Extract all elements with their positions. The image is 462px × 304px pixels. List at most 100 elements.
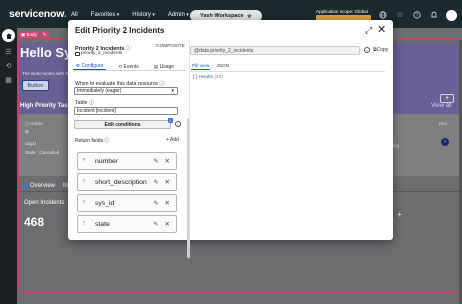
drag-handle-icon[interactable]: ⠿ [82, 221, 89, 227]
overview-icon [23, 183, 28, 189]
preview-tabs: Pill view JSON [191, 64, 230, 70]
body-chip-label: Body [26, 32, 37, 37]
close-icon[interactable]: ✕ [165, 178, 170, 186]
return-field-item[interactable]: ⠿ state ✎ ✕ [77, 215, 177, 233]
expand-icon[interactable]: ⊞ [25, 129, 29, 135]
tab-overview[interactable]: Overview [23, 183, 55, 189]
nav-menu: All Favorites History Admin [71, 11, 202, 18]
return-field-name: state [95, 220, 110, 228]
home-icon[interactable] [2, 29, 15, 42]
expand-icon[interactable]: ⤢ [365, 25, 372, 36]
star-icon[interactable]: ★ [247, 13, 252, 20]
chevron-right-icon[interactable]: › [441, 138, 449, 146]
tab-events[interactable]: ⟲ Events [115, 63, 142, 70]
results-pill[interactable]: { } results (24) [193, 75, 223, 80]
info-icon[interactable]: ⓘ [126, 46, 132, 52]
close-icon[interactable]: ✕ [377, 23, 386, 36]
info-icon[interactable]: i [364, 47, 370, 53]
nav-admin[interactable]: Admin [168, 11, 189, 18]
pencil-icon[interactable]: ✎ [154, 179, 159, 186]
edit-conditions-button[interactable]: Edit conditions [74, 120, 171, 129]
nav-favorites[interactable]: Favorites [91, 11, 120, 18]
open-incidents-label: Open Incidents [24, 200, 65, 206]
canvas-scrollbar[interactable] [454, 198, 458, 290]
events-icon: ⟲ [118, 63, 123, 69]
card-state: State : Cancelled [25, 150, 60, 155]
tab-json[interactable]: JSON [215, 64, 230, 70]
pencil-icon[interactable]: ✎ [154, 200, 159, 207]
tab-configure[interactable]: ⚙ Configure [73, 63, 107, 70]
close-icon[interactable]: ✕ [165, 220, 170, 228]
info-icon[interactable]: i [175, 121, 181, 127]
evaluate-select[interactable]: Immediately (eager) ▾ [74, 87, 178, 95]
usage-icon: ▤ [153, 63, 159, 69]
add-field-button[interactable]: + Add [166, 137, 179, 143]
avatar-icon[interactable] [446, 10, 457, 21]
close-icon[interactable]: ✕ [165, 157, 170, 165]
edit-pencil-icon[interactable]: ✎ [40, 31, 49, 38]
tab-events-label: Events [123, 63, 139, 70]
globe-icon[interactable] [378, 10, 388, 20]
table-label-text: Table [75, 100, 88, 106]
logo-dot: . [63, 8, 67, 20]
table-input[interactable]: Incident [incident] [74, 107, 178, 115]
pencil-icon[interactable]: ✎ [154, 221, 159, 228]
servicenow-logo[interactable]: servicenow. [9, 8, 69, 20]
card-type: ▢ Article [25, 121, 43, 127]
data-binding-field[interactable]: @data.priority_2_incidents [190, 46, 360, 55]
return-field-item[interactable]: ⠿ number ✎ ✕ [77, 152, 177, 170]
tab-overview-label: Overview [30, 183, 56, 189]
view-all-link[interactable]: View all [431, 103, 452, 109]
return-field-item[interactable]: ⠿ short_description ✎ ✕ [77, 173, 177, 191]
return-field-name: short_description [95, 178, 147, 186]
resource-id: priority_2_incidents [75, 51, 122, 56]
results-count: (24) [214, 75, 223, 80]
bell-icon[interactable] [429, 10, 439, 20]
svg-text:?: ? [416, 13, 419, 18]
drag-handle-icon[interactable]: ⠿ [82, 200, 89, 206]
return-fields-label: Return fields ⓘ [75, 137, 180, 144]
panel-divider [189, 40, 190, 238]
gear-icon: ⚙ [76, 63, 81, 68]
tab-configure-label: Configure [81, 63, 104, 69]
card-number: o2g1l [25, 141, 37, 146]
info-icon[interactable]: ⓘ [104, 138, 109, 144]
close-icon[interactable]: ✕ [165, 199, 170, 207]
nav-all[interactable]: All [71, 11, 78, 18]
body-chip[interactable]: ▣ Body [19, 31, 39, 38]
results-key: results [198, 75, 214, 80]
plus-icon[interactable]: + [397, 210, 402, 219]
config-panel: Priority 2 Incidents ⓘ priority_2_incide… [70, 40, 190, 258]
add-icon[interactable]: + [440, 94, 454, 103]
braces-icon: { } [193, 75, 198, 80]
list-icon[interactable]: ☰ [4, 48, 13, 57]
id-icon [75, 51, 80, 56]
return-field-name: number [95, 157, 119, 165]
tab-pill-view[interactable]: Pill view [191, 64, 211, 70]
evaluate-value: Immediately (eager) [77, 88, 122, 94]
star-outline-icon[interactable]: ☆ [395, 10, 405, 20]
type-badge: COMPOSITE [156, 44, 185, 49]
card-type-label: Article [30, 121, 43, 126]
info-icon[interactable]: ⓘ [89, 100, 94, 106]
hero-button[interactable]: Button [22, 80, 49, 91]
tab-usage[interactable]: ▤ Usage [151, 63, 177, 70]
card-right-text: ing [393, 143, 400, 148]
drag-handle-icon[interactable]: ⠿ [82, 179, 89, 185]
scope-label: Application scope: Global [316, 9, 368, 14]
nav-history[interactable]: History [132, 11, 155, 18]
conditions-count-badge: 2 [168, 118, 173, 123]
tab-usage-label: Usage [159, 63, 175, 70]
preview-tabs-divider [190, 71, 385, 72]
return-field-item[interactable]: ⠿ sys_id ✎ ✕ [77, 194, 177, 212]
pencil-icon[interactable]: ✎ [154, 158, 159, 165]
section-title: High Priority Tasks [20, 103, 75, 109]
refresh-icon[interactable]: ⟲ [4, 62, 13, 71]
evaluate-label: When to evaluate this data resource ⓘ [75, 80, 165, 87]
task-card[interactable]: ▢ Article ⊞ o2g1l State : Cancelled [22, 117, 68, 172]
help-icon[interactable]: ? [412, 10, 422, 20]
grid-icon[interactable]: ▦ [4, 76, 13, 85]
copy-button-label: Copy [376, 47, 389, 53]
drag-handle-icon[interactable]: ⠿ [82, 158, 89, 164]
copy-button[interactable]: ⧉Copy [373, 47, 388, 53]
